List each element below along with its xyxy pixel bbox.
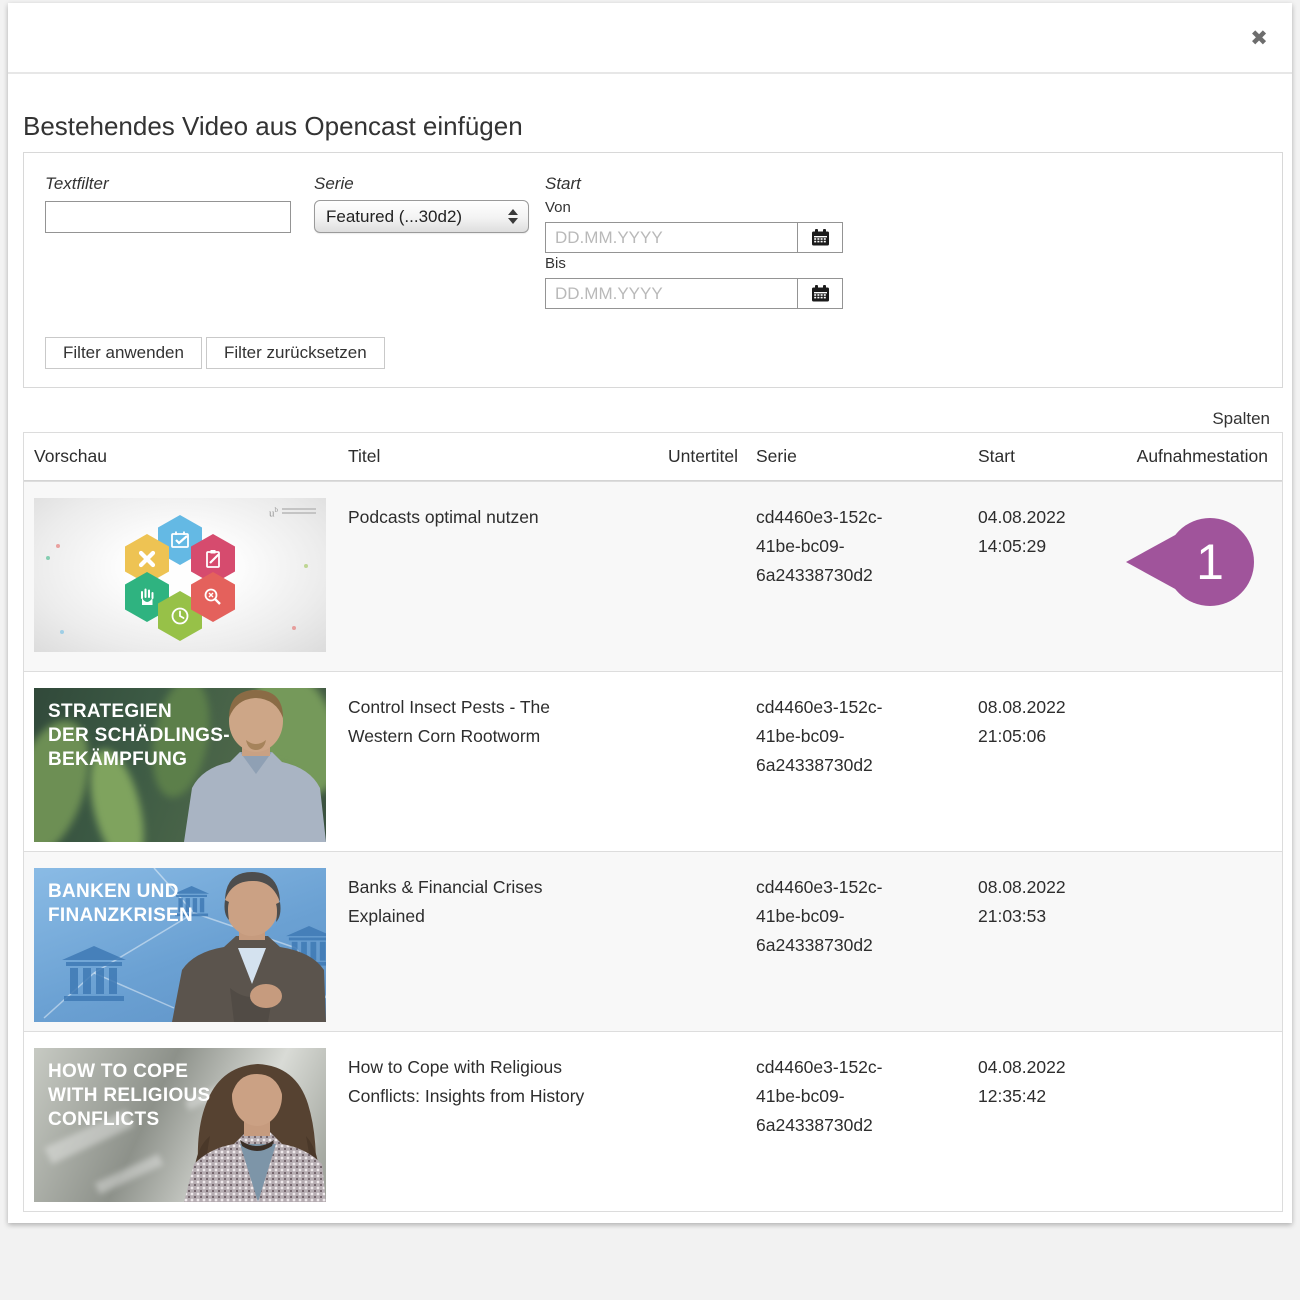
video-title: How to Cope with Religious Conflicts: In… — [348, 1053, 586, 1111]
video-title: Control Insect Pests - The Western Corn … — [348, 693, 586, 751]
col-untertitel: Untertitel — [594, 446, 738, 467]
col-vorschau: Vorschau — [34, 446, 107, 467]
von-date-input[interactable] — [545, 222, 798, 253]
thumbnail-title-text: STRATEGIEN DER SCHÄDLINGS- BEKÄMPFUNG — [48, 700, 230, 772]
bis-label: Bis — [545, 255, 566, 272]
bis-date-input[interactable] — [545, 278, 798, 309]
thumbnail-title-text: BANKEN UND FINANZKRISEN — [48, 880, 193, 928]
video-thumbnail-banks[interactable]: BANKEN UND FINANZKRISEN — [34, 868, 326, 1022]
dialog-header — [8, 3, 1292, 72]
table-row[interactable]: ub — [24, 481, 1282, 671]
page-title: Bestehendes Video aus Opencast einfügen — [23, 111, 523, 142]
start-label: Start — [545, 174, 581, 194]
filter-apply-button[interactable]: Filter anwenden — [45, 337, 202, 369]
video-title: Podcasts optimal nutzen — [348, 503, 586, 532]
calendar-icon — [811, 229, 830, 246]
von-calendar-button[interactable] — [798, 222, 843, 253]
serie-select[interactable]: Featured (...30d2) — [314, 200, 529, 233]
table-row[interactable]: STRATEGIEN DER SCHÄDLINGS- BEKÄMPFUNG Co… — [24, 671, 1282, 851]
col-start: Start — [978, 446, 1015, 467]
filter-panel: Textfilter Serie Featured (...30d2) Star… — [23, 152, 1283, 388]
filter-reset-button[interactable]: Filter zurücksetzen — [206, 337, 385, 369]
video-start: 08.08.2022 21:05:06 — [978, 693, 1082, 751]
unibe-logo: ub — [269, 506, 316, 520]
col-titel: Titel — [348, 446, 380, 467]
bis-calendar-button[interactable] — [798, 278, 843, 309]
close-icon[interactable]: ✖ — [1244, 23, 1274, 53]
video-thumbnail-religion[interactable]: HOW TO COPE WITH RELIGIOUS CONFLICTS — [34, 1048, 326, 1202]
table-header: Vorschau Titel Untertitel Serie Start Au… — [24, 433, 1282, 481]
opencast-dialog: ✖ Bestehendes Video aus Opencast einfüge… — [8, 3, 1292, 1223]
annotation-number: 1 — [1196, 534, 1224, 590]
video-thumbnail-podcasts[interactable]: ub — [34, 498, 326, 652]
table-row[interactable]: BANKEN UND FINANZKRISEN Banks & Financia… — [24, 851, 1282, 1031]
spalten-button[interactable]: Spalten — [1212, 409, 1270, 429]
table-row[interactable]: HOW TO COPE WITH RELIGIOUS CONFLICTS How… — [24, 1031, 1282, 1211]
serie-label: Serie — [314, 174, 354, 194]
video-serie: cd4460e3-152c-41be-bc09-6a24338730d2 — [756, 873, 918, 960]
video-start: 04.08.2022 14:05:29 — [978, 503, 1082, 561]
von-label: Von — [545, 199, 571, 216]
col-serie: Serie — [756, 446, 797, 467]
thumbnail-title-text: HOW TO COPE WITH RELIGIOUS CONFLICTS — [48, 1060, 211, 1132]
col-aufnahmestation: Aufnahmestation — [1084, 446, 1268, 467]
video-serie: cd4460e3-152c-41be-bc09-6a24338730d2 — [756, 503, 918, 590]
select-arrows-icon — [508, 209, 518, 224]
video-title: Banks & Financial Crises Explained — [348, 873, 586, 931]
header-divider — [8, 72, 1292, 74]
textfilter-label: Textfilter — [45, 174, 109, 194]
video-table: Vorschau Titel Untertitel Serie Start Au… — [23, 432, 1283, 1212]
video-thumbnail-insect-pests[interactable]: STRATEGIEN DER SCHÄDLINGS- BEKÄMPFUNG — [34, 688, 326, 842]
calendar-icon — [811, 285, 830, 302]
annotation-marker-1: 1 — [1124, 516, 1256, 608]
textfilter-input[interactable] — [45, 201, 291, 233]
video-serie: cd4460e3-152c-41be-bc09-6a24338730d2 — [756, 1053, 918, 1140]
video-start: 08.08.2022 21:03:53 — [978, 873, 1082, 931]
serie-select-value: Featured (...30d2) — [315, 207, 508, 227]
video-start: 04.08.2022 12:35:42 — [978, 1053, 1082, 1111]
video-serie: cd4460e3-152c-41be-bc09-6a24338730d2 — [756, 693, 918, 780]
